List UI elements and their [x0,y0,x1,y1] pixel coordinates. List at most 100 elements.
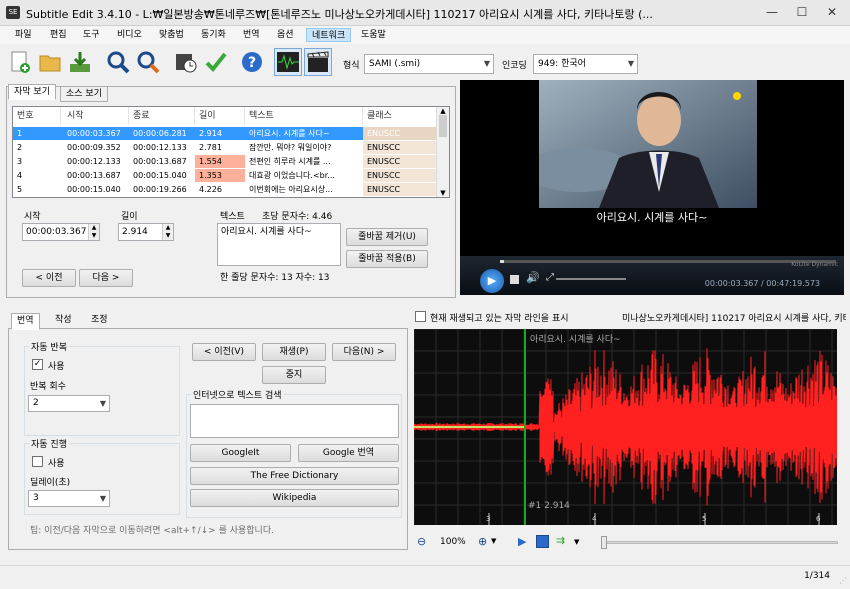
google-it-button[interactable]: GoogleIt [190,444,291,462]
google-translate-button[interactable]: Google 번역 [298,444,399,462]
zoom-out-icon[interactable]: ⊖ [417,535,426,548]
auto-continue-use-label: 사용 [48,459,65,469]
start-time-field[interactable]: 00:00:03.367 ▲ ▼ [22,223,100,241]
delay-select[interactable]: 3 ▼ [28,490,110,507]
menu-translate[interactable]: 번역 [238,28,265,42]
waveform-view[interactable]: 아리요시. 시계를 사다~ #1 2.914 3 4 5 6 [414,329,837,525]
tab-translate[interactable]: 번역 [11,313,40,330]
grid-scrollbar[interactable]: ▲ ▼ [436,107,449,197]
menu-edit[interactable]: 편집 [45,28,72,42]
duration-spinner[interactable]: ▲ ▼ [162,224,173,240]
menu-networking[interactable]: 네트워크 [306,28,352,42]
duration-field[interactable]: 2.914 ▲ ▼ [118,223,174,241]
auto-continue-checkbox[interactable] [32,456,43,467]
waveform-position-slider[interactable] [601,536,838,549]
col-header-text[interactable]: 텍스트 [245,107,363,125]
cell-num: 1 [17,129,23,138]
close-button[interactable]: ✕ [818,2,846,22]
col-header-class[interactable]: 클래스 [363,107,437,125]
encoding-select[interactable]: 949: 한국어 ▼ [533,54,638,74]
open-file-button[interactable] [36,48,64,76]
subtitle-grid[interactable]: 번호 시작 종료 길이 텍스트 클래스 1 00:00:03.367 00:00:0… [12,106,450,198]
menu-file[interactable]: 파일 [10,28,37,42]
spellcheck-button[interactable] [202,48,230,76]
stop-button[interactable] [510,275,519,284]
translate-next-button[interactable]: 다음(N) > [332,343,396,361]
menu-spellcheck[interactable]: 맞춤법 [154,28,189,42]
col-header-number[interactable]: 번호 [13,107,61,125]
play-button[interactable]: ▶ [480,269,504,293]
slider-thumb[interactable] [601,536,607,549]
visual-sync-button[interactable] [172,48,200,76]
table-row[interactable]: 5 00:00:15.040 00:00:19.266 4.226 이번회에는 아리요시… [13,183,437,196]
start-time-label: 시작 [24,212,41,222]
table-row[interactable]: 3 00:00:12.133 00:00:13.687 1.554 전편인 히루라 시계… [13,155,437,168]
advance-dropdown-icon[interactable]: ▼ [574,538,579,546]
table-row[interactable]: 1 00:00:03.367 00:00:06.281 2.914 아리요시. 시계를 … [13,127,437,140]
seek-bar[interactable] [500,260,836,263]
chevron-down-icon: ▼ [627,59,634,68]
tip-text: 팁: 이전/다음 자막으로 이동하려면 <alt+↑/↓> 를 사용합니다. [30,526,274,536]
replace-button[interactable] [134,48,162,76]
show-current-line-checkbox[interactable] [415,311,426,322]
toggle-waveform-button[interactable] [274,48,302,76]
cell-end: 00:00:12.133 [133,143,187,152]
start-time-spinner[interactable]: ▲ ▼ [88,224,99,240]
menu-video[interactable]: 비디오 [112,28,147,42]
format-select[interactable]: SAMI (.smi) ▼ [364,54,494,74]
menu-options[interactable]: 옵션 [272,28,299,42]
tab-adjust[interactable]: 조정 [86,313,113,329]
free-dictionary-button[interactable]: The Free Dictionary [190,467,399,485]
volume-slider[interactable] [556,278,626,280]
cell-text: 잠깐만. 뭐야? 뭐일이야? [249,143,332,152]
next-subtitle-button[interactable]: 다음 > [79,269,133,287]
wikipedia-button[interactable]: Wikipedia [190,489,399,507]
folder-icon [39,55,61,72]
fullscreen-icon[interactable]: ⤢ [546,272,554,283]
prev-subtitle-button[interactable]: < 이전 [22,269,76,287]
tick-label-4: 4 [592,515,597,523]
search-text-area[interactable] [190,404,399,438]
help-button[interactable]: ? [238,48,266,76]
tab-create[interactable]: 작성 [50,313,77,329]
grid-icon[interactable] [536,535,549,548]
translate-prev-button[interactable]: < 이전(V) [192,343,256,361]
auto-repeat-checkbox[interactable]: ✓ [32,359,43,370]
cell-dur: 1.554 [195,155,245,168]
chevron-down-icon: ▼ [99,399,106,408]
col-header-start[interactable]: 시작 [63,107,129,125]
auto-advance-icon[interactable]: ⇉ [556,534,565,547]
col-header-end[interactable]: 종료 [129,107,195,125]
toggle-video-button[interactable] [304,48,332,76]
menu-sync[interactable]: 동기화 [196,28,231,42]
video-player[interactable]: 아리요시. 시계를 사다~ ▶ 🔊 ⤢ KoLite Dynamic 00:00… [460,80,844,295]
app-icon: SE [6,6,20,19]
maximize-button[interactable]: ☐ [788,2,816,22]
minimize-button[interactable]: — [758,2,786,22]
format-label: 형식 [343,61,360,71]
save-button[interactable] [66,48,94,76]
encoding-value: 949: 한국어 [538,59,586,69]
auto-break-button[interactable]: 줄바꿈 적용(B) [346,250,428,268]
cell-end: 00:00:15.040 [133,171,187,180]
col-header-duration[interactable]: 길이 [195,107,245,125]
translate-stop-button[interactable]: 중지 [262,366,326,384]
translate-play-button[interactable]: 재생(P) [262,343,326,361]
play-selection-icon[interactable]: ▶ [518,535,526,548]
cell-start: 00:00:13.687 [67,171,121,180]
remove-line-breaks-button[interactable]: 줄바꿈 제거(U) [346,228,428,246]
table-row[interactable]: 4 00:00:13.687 00:00:15.040 1.353 대효광 이었습니다.… [13,169,437,182]
tab-source-view[interactable]: 소스 보기 [60,86,108,102]
new-file-button[interactable] [6,48,34,76]
tab-list-view[interactable]: 자막 보기 [8,84,56,100]
volume-icon[interactable]: 🔊 [526,271,540,284]
zoom-in-icon[interactable]: ⊕ [478,535,487,548]
repeat-count-select[interactable]: 2 ▼ [28,395,110,412]
zoom-dropdown-icon[interactable]: ▼ [491,537,496,545]
menu-help[interactable]: 도움말 [356,28,391,42]
subtitle-text-area[interactable]: 아리요시. 시계를 사다~ [217,223,341,266]
menu-tools[interactable]: 도구 [78,28,105,42]
resize-grip-icon[interactable]: ⋰ [839,576,847,585]
find-button[interactable] [104,48,132,76]
table-row[interactable]: 2 00:00:09.352 00:00:12.133 2.781 잠깐만. 뭐야? 뭐… [13,141,437,154]
